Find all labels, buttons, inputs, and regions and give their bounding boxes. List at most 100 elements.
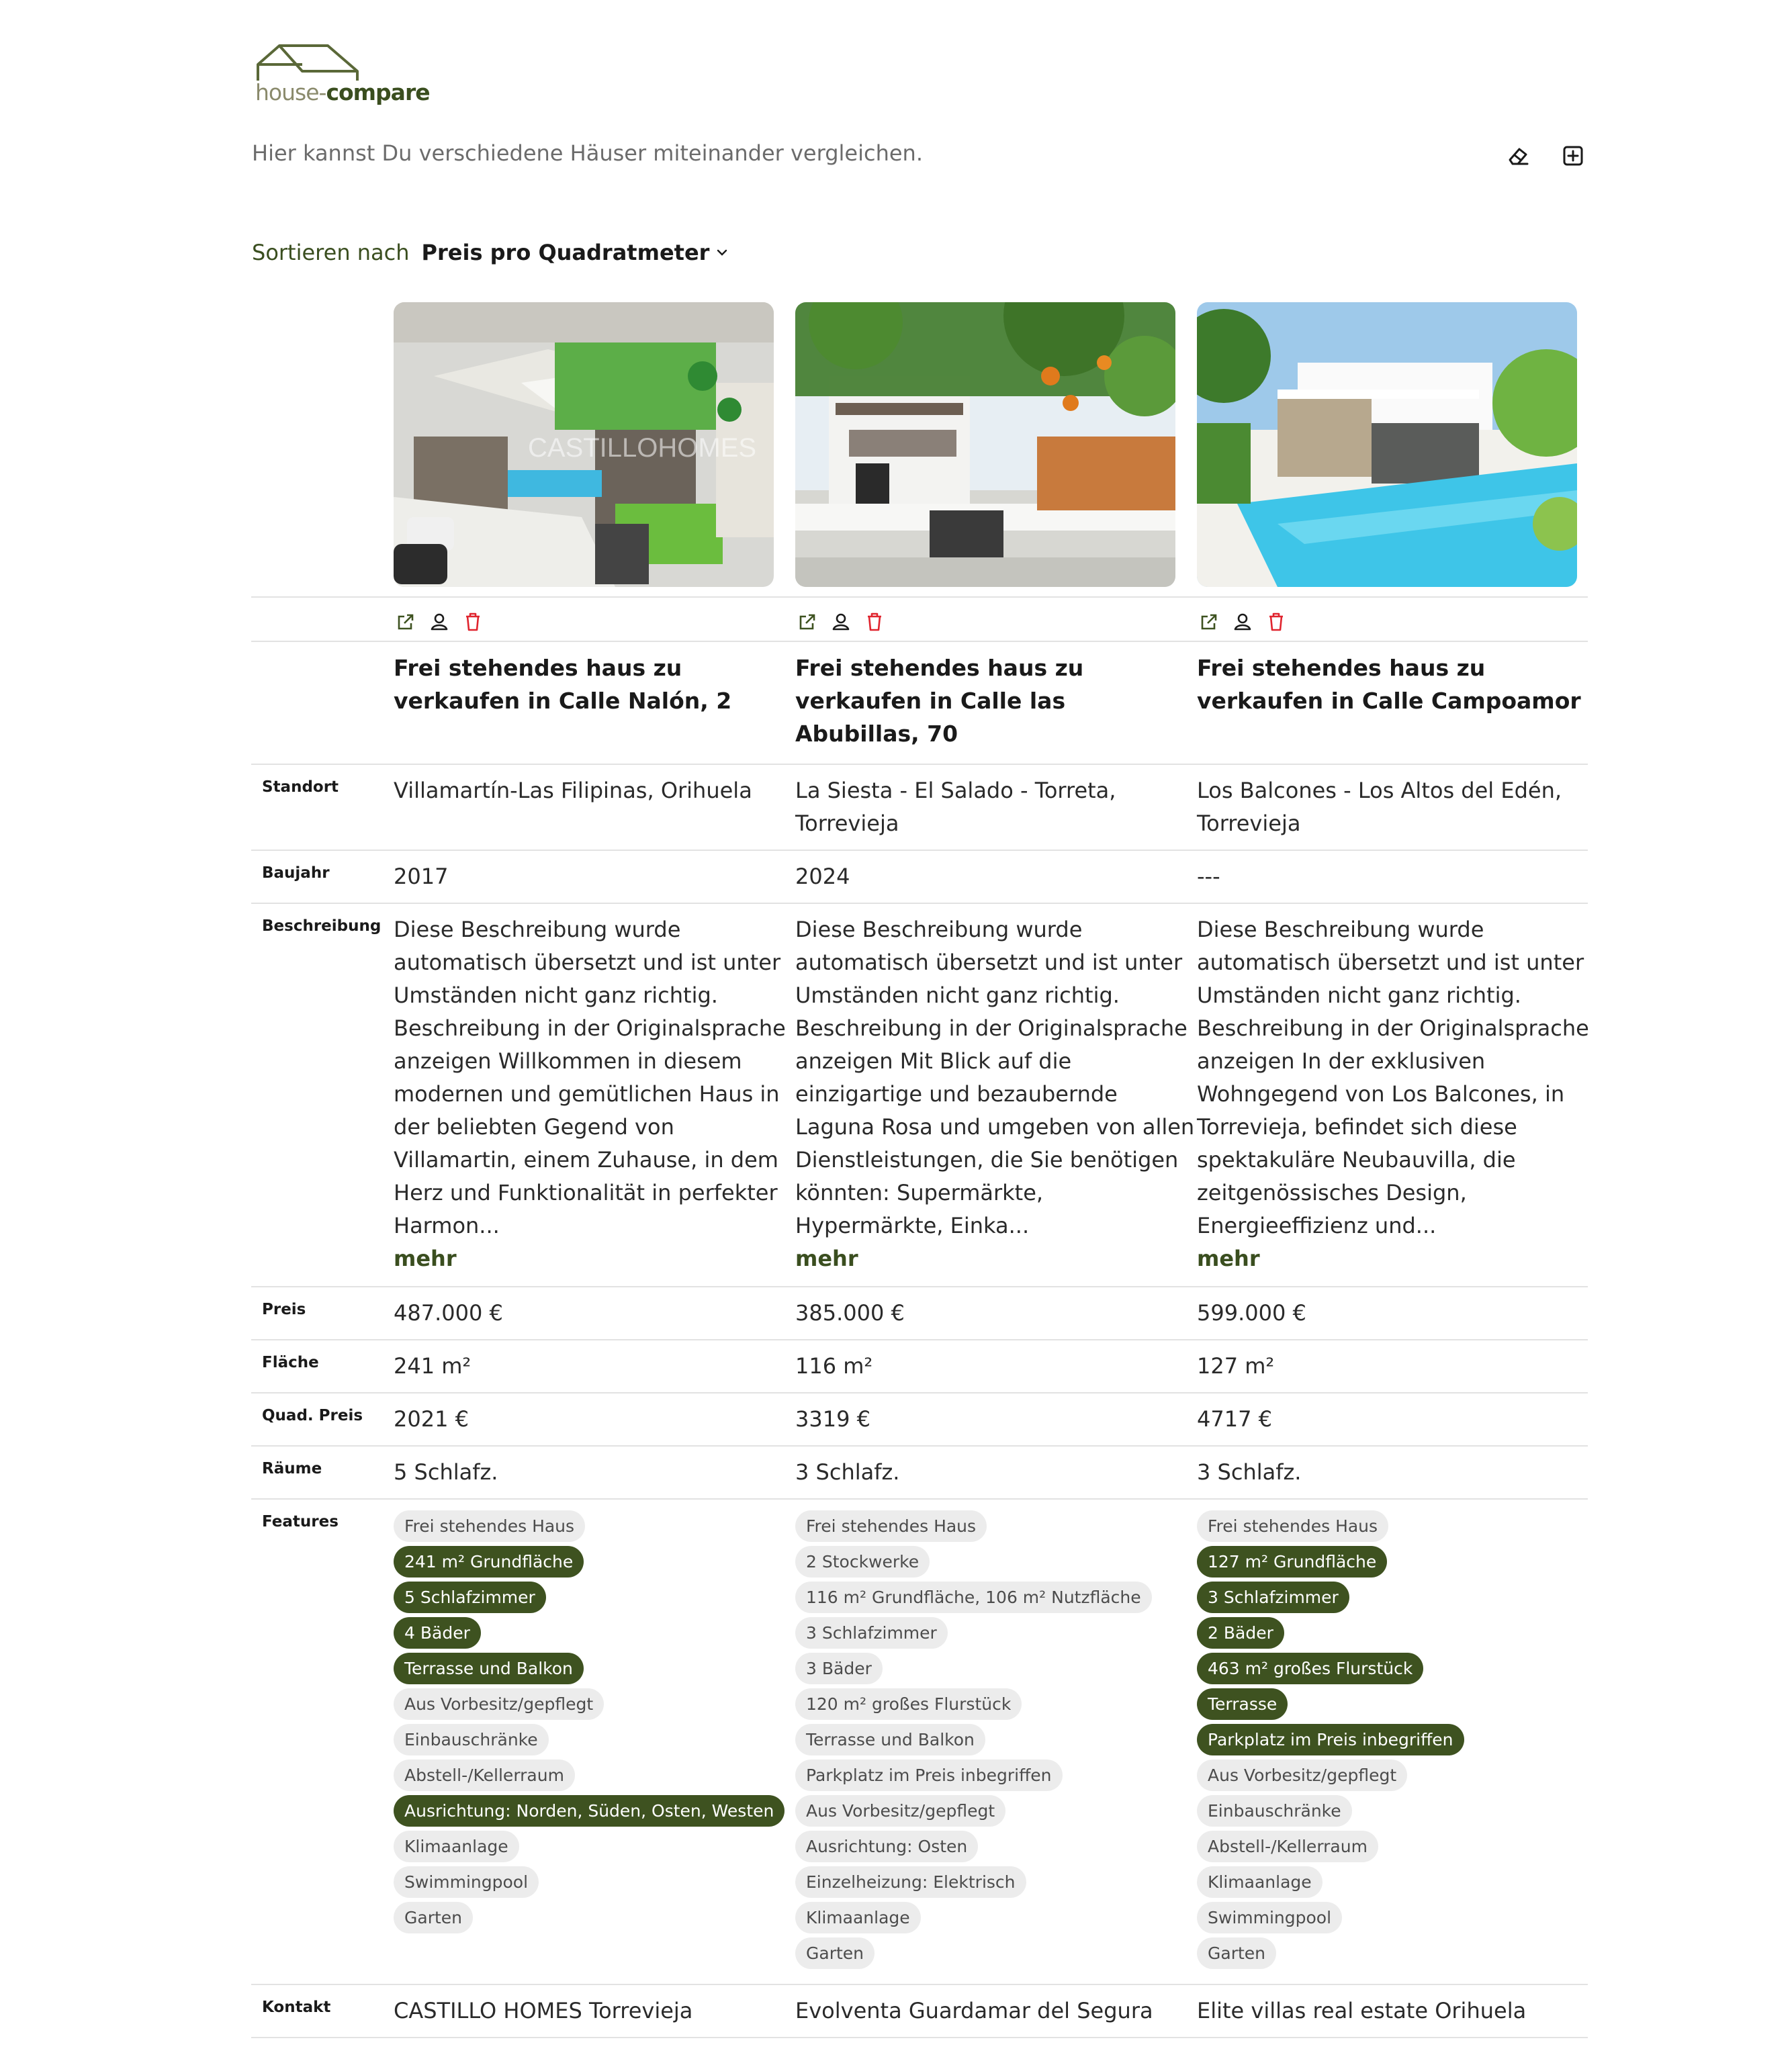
feature-tag: Swimmingpool [394, 1866, 539, 1898]
actions-cell [795, 604, 1197, 634]
house-description: Diese Beschreibung wurde automatisch übe… [1197, 917, 1589, 1238]
actions-cell [394, 604, 795, 634]
eraser-icon [1509, 148, 1529, 165]
external-link-icon [1201, 614, 1217, 630]
feature-tag: 3 Schlafzimmer [1197, 1582, 1349, 1613]
house-image-cell [1197, 301, 1599, 596]
row-label: Fläche [262, 1354, 319, 1371]
house-year: --- [1197, 864, 1220, 889]
house-rooms: 5 Schlafz. [394, 1459, 498, 1485]
house-title: Frei stehendes haus zu verkaufen in Call… [394, 655, 732, 714]
intro-text: Hier kannst Du verschiedene Häuser mitei… [252, 140, 923, 166]
house-photo[interactable] [795, 302, 1175, 587]
contact-button[interactable] [427, 610, 451, 634]
open-external-link-button[interactable] [795, 610, 819, 634]
delete-button[interactable] [1264, 610, 1288, 634]
feature-tag: Parkplatz im Preis inbegriffen [1197, 1724, 1464, 1755]
logo-text-bold: compare [326, 79, 430, 105]
row-label: Baujahr [262, 864, 330, 882]
empty-label [251, 301, 394, 596]
feature-tag: Klimaanlage [795, 1902, 921, 1933]
more-link[interactable]: mehr [394, 1242, 795, 1275]
sort-value: Preis pro Quadratmeter [421, 240, 710, 265]
feature-tag: Ausrichtung: Osten [795, 1831, 979, 1862]
external-link-icon [799, 614, 815, 630]
add-house-button[interactable] [1558, 141, 1588, 171]
house-price: 385.000 € [795, 1300, 905, 1326]
house-rooms: 3 Schlafz. [795, 1459, 900, 1485]
feature-tag: 463 m² großes Flurstück [1197, 1653, 1424, 1684]
house-price: 599.000 € [1197, 1300, 1306, 1326]
house-sqm-price: 3319 € [795, 1406, 870, 1432]
house-photo[interactable]: CASTILLOHOMES [394, 302, 774, 587]
logo-text-light: house- [255, 79, 326, 105]
feature-tag: Terrasse und Balkon [394, 1653, 584, 1684]
title-row: Frei stehendes haus zu verkaufen in Call… [251, 642, 1588, 765]
feature-tag: Klimaanlage [1197, 1866, 1323, 1898]
feature-tag: Terrasse [1197, 1688, 1288, 1720]
empty-label [251, 642, 394, 764]
clear-button[interactable] [1503, 141, 1533, 171]
feature-tag: Frei stehendes Haus [1197, 1510, 1389, 1542]
year-row: Baujahr 2017 2024 --- [251, 851, 1588, 904]
house-features: Frei stehendes Haus 2 Stockwerke 116 m² Gr… [795, 1500, 1197, 1984]
sort-select[interactable]: Preis pro Quadratmeter [422, 240, 730, 265]
more-link[interactable]: mehr [1197, 1242, 1599, 1275]
feature-tag: Aus Vorbesitz/gepflegt [394, 1688, 604, 1720]
rooms-row: Räume 5 Schlafz. 3 Schlafz. 3 Schlafz. [251, 1447, 1588, 1500]
feature-tag: Frei stehendes Haus [795, 1510, 987, 1542]
feature-tag: Garten [394, 1902, 473, 1933]
delete-button[interactable] [461, 610, 485, 634]
sort-label: Sortieren nach [252, 240, 410, 265]
row-label: Räume [262, 1460, 322, 1477]
user-location-icon [832, 613, 850, 631]
house-photo-pool [1197, 302, 1577, 587]
contact-row: Kontakt CASTILLO HOMES Torrevieja Evolve… [251, 1985, 1588, 2038]
house-image-cell [795, 301, 1197, 596]
row-label: Kontakt [262, 1999, 331, 2016]
row-label: Quad. Preis [262, 1407, 363, 1424]
house-features: Frei stehendes Haus 241 m² Grundfläche 5 S… [394, 1500, 795, 1984]
feature-tag: Terrasse und Balkon [795, 1724, 985, 1755]
house-area: 127 m² [1197, 1353, 1275, 1379]
feature-tag: Parkplatz im Preis inbegriffen [795, 1759, 1063, 1791]
external-link-icon [398, 614, 414, 630]
logo-wordmark[interactable]: house-compare [255, 79, 431, 105]
add-square-icon [1563, 146, 1583, 166]
page: house-compare Hier kannst Du verschieden… [0, 0, 1792, 2057]
more-link[interactable]: mehr [795, 1242, 1197, 1275]
feature-tag: 116 m² Grundfläche, 106 m² Nutzfläche [795, 1582, 1152, 1613]
house-description-cell: Diese Beschreibung wurde automatisch übe… [795, 904, 1197, 1286]
trash-icon [868, 612, 881, 631]
trash-icon [1269, 612, 1283, 631]
open-external-link-button[interactable] [1197, 610, 1221, 634]
feature-tag: Garten [795, 1937, 875, 1969]
feature-tag: Abstell-/Kellerraum [1197, 1831, 1378, 1862]
feature-tag: Einbauschränke [394, 1724, 549, 1755]
actions-cell [1197, 604, 1599, 634]
area-row: Fläche 241 m² 116 m² 127 m² [251, 1340, 1588, 1393]
feature-tag: Ausrichtung: Norden, Süden, Osten, Weste… [394, 1795, 785, 1827]
house-photo[interactable] [1197, 302, 1577, 587]
description-row: Beschreibung Diese Beschreibung wurde au… [251, 904, 1589, 1287]
delete-button[interactable] [862, 610, 887, 634]
house-features: Frei stehendes Haus 127 m² Grundfläche 3 S… [1197, 1500, 1599, 1984]
open-external-link-button[interactable] [394, 610, 418, 634]
empty-label [251, 612, 394, 626]
feature-tag: 5 Schlafzimmer [394, 1582, 546, 1613]
house-sqm-price: 4717 € [1197, 1406, 1272, 1432]
house-year: 2024 [795, 864, 850, 889]
house-area: 241 m² [394, 1353, 472, 1379]
feature-tag: Abstell-/Kellerraum [394, 1759, 575, 1791]
contact-button[interactable] [829, 610, 853, 634]
house-description-cell: Diese Beschreibung wurde automatisch übe… [1197, 904, 1599, 1286]
image-row: CASTILLOHOMES [251, 301, 1588, 598]
row-label: Features [262, 1513, 339, 1530]
user-location-icon [431, 613, 448, 631]
user-location-icon [1234, 613, 1251, 631]
contact-button[interactable] [1230, 610, 1255, 634]
trash-icon [466, 612, 480, 631]
feature-tag: Aus Vorbesitz/gepflegt [795, 1795, 1006, 1827]
feature-tag: 2 Bäder [1197, 1617, 1284, 1649]
feature-tag: Aus Vorbesitz/gepflegt [1197, 1759, 1408, 1791]
